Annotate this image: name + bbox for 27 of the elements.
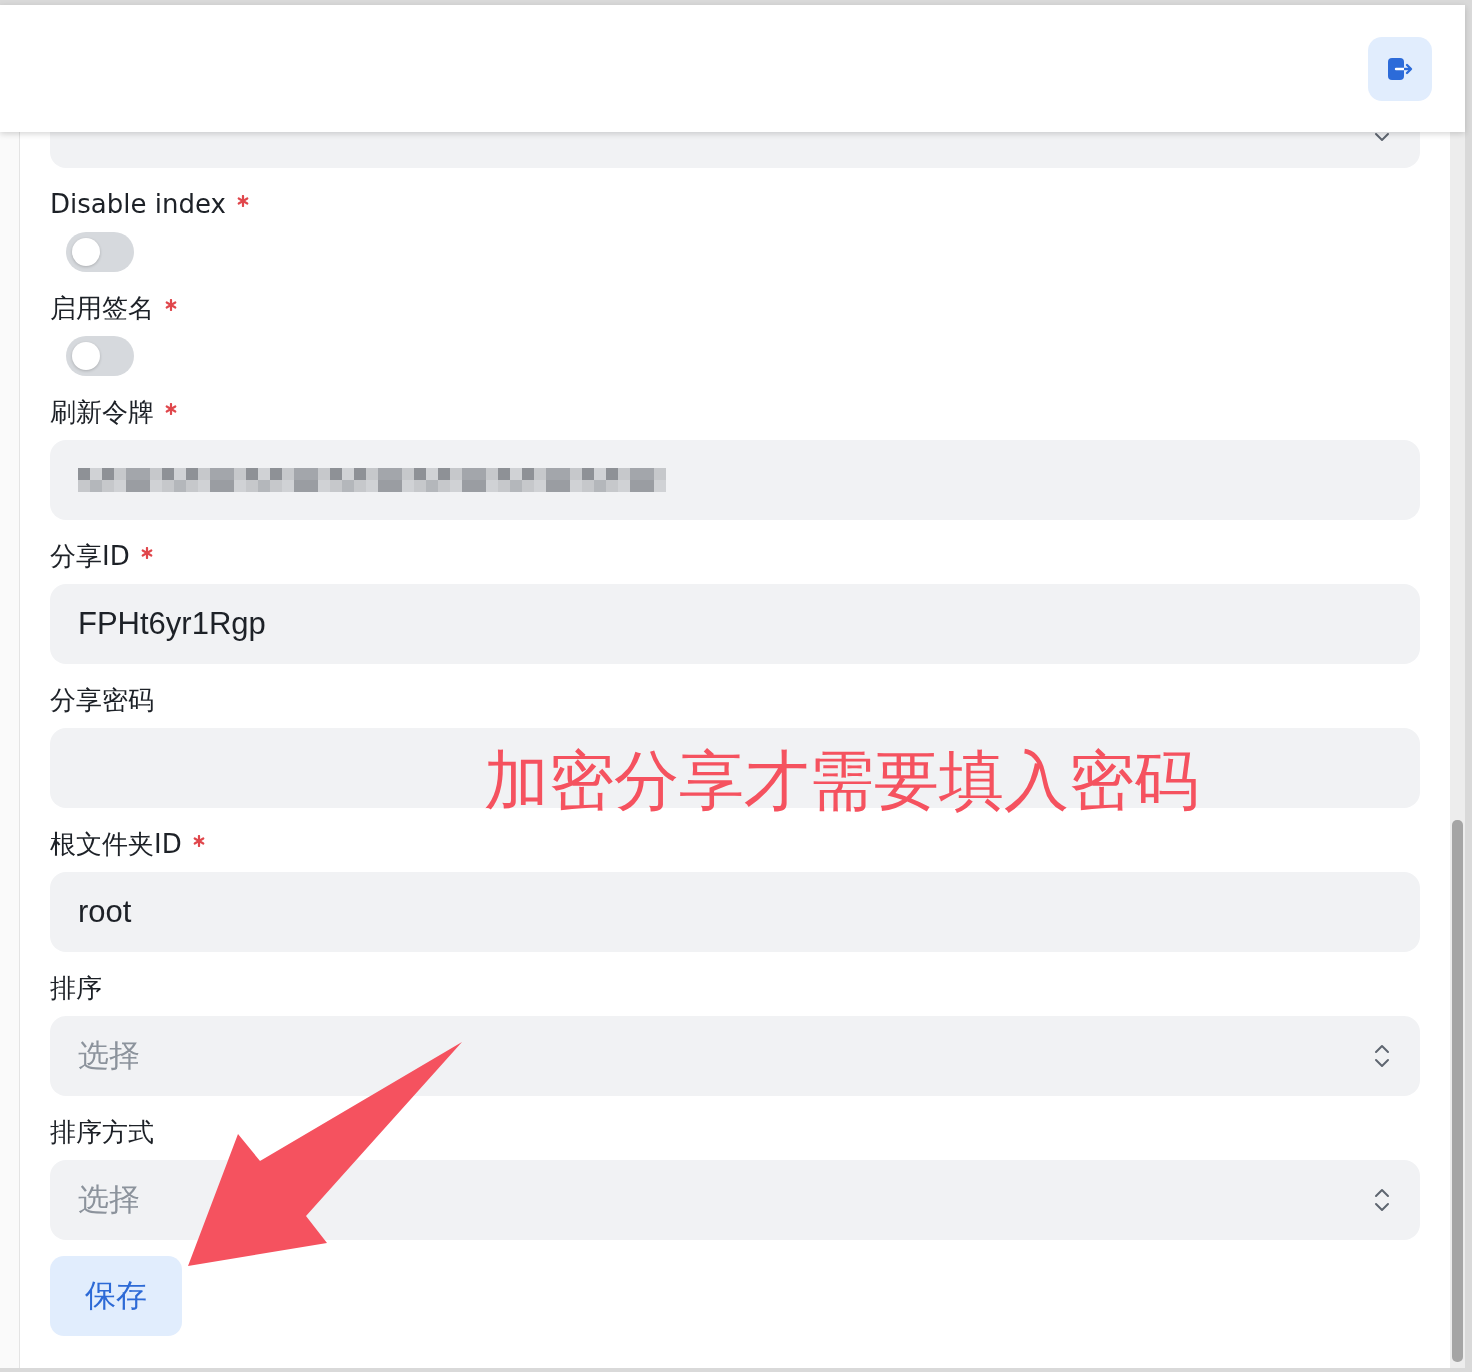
chevron-up-down-icon: [1374, 1187, 1390, 1213]
select-placeholder: 选择: [78, 1181, 140, 1219]
field-label: 根文件夹ID: [50, 828, 182, 861]
select-placeholder: 选择: [78, 1037, 140, 1075]
field-label: 排序方式: [50, 1116, 154, 1149]
save-button[interactable]: 保存: [50, 1256, 182, 1336]
logout-button[interactable]: [1368, 36, 1432, 101]
toggle-switch[interactable]: [66, 336, 134, 376]
scrollbar-thumb[interactable]: [1452, 820, 1463, 1362]
field-label: Disable index: [50, 188, 226, 221]
text-field[interactable]: FPHt6yr1Rgp: [50, 584, 1420, 664]
scrollbar[interactable]: [1450, 132, 1465, 1368]
select-field[interactable]: [50, 132, 1420, 168]
select-field[interactable]: 选择: [50, 1160, 1420, 1240]
field-label: 启用签名: [50, 292, 154, 325]
field-label: 分享密码: [50, 684, 154, 717]
toggle-switch[interactable]: [66, 232, 134, 272]
field-label: 刷新令牌: [50, 396, 154, 429]
logout-icon: [1387, 57, 1413, 80]
text-field[interactable]: root: [50, 872, 1420, 952]
chevron-down-icon: [1374, 132, 1390, 142]
select-field[interactable]: 选择: [50, 1016, 1420, 1096]
chevron-up-down-icon: [1374, 1043, 1390, 1069]
field-label: 分享ID: [50, 540, 130, 573]
field-label: 排序: [50, 972, 102, 1005]
annotation-note: 加密分享才需要填入密码: [484, 745, 1199, 817]
text-field[interactable]: [50, 440, 1420, 520]
